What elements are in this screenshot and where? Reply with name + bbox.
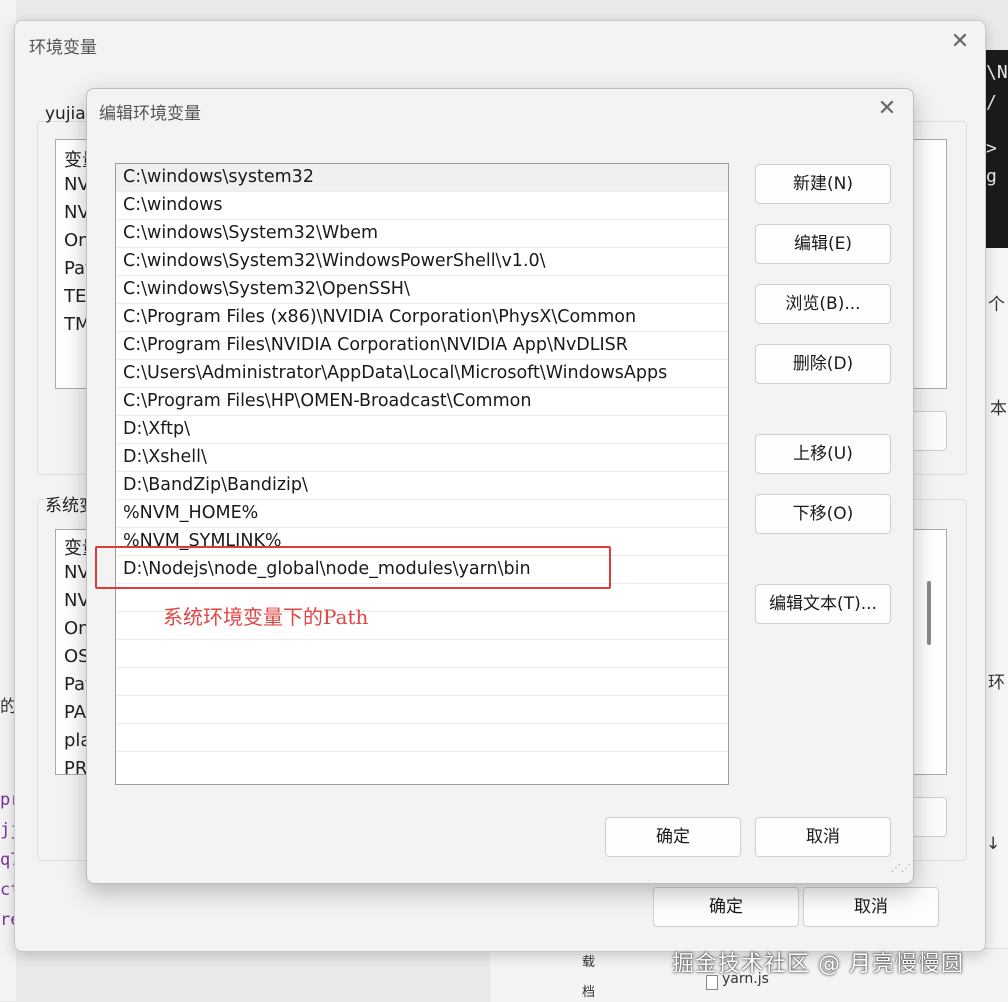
background-text-fragment: 环 — [988, 673, 1005, 693]
ok-button[interactable]: 确定 — [605, 817, 741, 857]
terminal-line: g — [986, 166, 997, 187]
delete-button[interactable]: 删除(D) — [755, 344, 891, 384]
annotation-text: 系统环境变量下的Path — [163, 605, 369, 629]
path-item[interactable]: C:\Program Files (x86)\NVIDIA Corporatio… — [116, 304, 728, 332]
empty-row[interactable] — [116, 668, 728, 696]
move-up-button[interactable]: 上移(U) — [755, 434, 891, 474]
pin-label: 载 — [582, 955, 596, 970]
scrollbar-thumb[interactable] — [927, 581, 931, 645]
pin-label: 档 — [582, 985, 596, 1000]
user-variables-label: yujia — [45, 104, 86, 124]
path-list[interactable]: C:\windows\system32 C:\windows C:\window… — [115, 163, 729, 785]
cancel-button[interactable]: 取消 — [803, 887, 939, 927]
list-item[interactable]: PA — [64, 702, 86, 723]
path-item[interactable]: C:\Program Files\NVIDIA Corporation\NVID… — [116, 332, 728, 360]
edit-environment-variable-dialog: 编辑环境变量 ✕ C:\windows\system32 C:\windows … — [86, 88, 914, 884]
path-item[interactable]: D:\Xftp\ — [116, 416, 728, 444]
dialog-title: 环境变量 — [29, 38, 97, 58]
dialog-title: 编辑环境变量 — [99, 104, 201, 124]
path-item[interactable]: D:\Xshell\ — [116, 444, 728, 472]
terminal-line: \N — [986, 62, 1008, 83]
empty-row[interactable] — [116, 640, 728, 668]
path-item[interactable]: C:\Users\Administrator\AppData\Local\Mic… — [116, 360, 728, 388]
browse-button[interactable]: 浏览(B)... — [755, 284, 891, 324]
path-item[interactable]: C:\windows\System32\OpenSSH\ — [116, 276, 728, 304]
ok-button[interactable]: 确定 — [653, 887, 799, 927]
background-text-fragment: ↓ — [986, 834, 1001, 854]
path-item[interactable]: %NVM_HOME% — [116, 500, 728, 528]
path-item[interactable]: C:\Program Files\HP\OMEN-Broadcast\Commo… — [116, 388, 728, 416]
empty-row[interactable] — [116, 752, 728, 784]
path-item[interactable]: C:\windows\System32\WindowsPowerShell\v1… — [116, 248, 728, 276]
new-button[interactable]: 新建(N) — [755, 164, 891, 204]
terminal-line: > — [986, 138, 997, 159]
close-icon[interactable]: ✕ — [875, 97, 899, 121]
edit-button[interactable]: 编辑(E) — [755, 224, 891, 264]
resize-grip-icon[interactable]: ⋰⋰ — [891, 864, 911, 879]
path-item[interactable]: D:\BandZip\Bandizip\ — [116, 472, 728, 500]
background-text-fragment: 本 — [990, 399, 1007, 419]
empty-row[interactable] — [116, 724, 728, 752]
background-window-right: 个 本 环 ↓ — [984, 248, 1008, 1001]
empty-row[interactable] — [116, 696, 728, 724]
highlight-annotation-box — [95, 546, 611, 589]
list-item[interactable]: PR — [64, 758, 87, 774]
path-item[interactable]: C:\windows\system32 — [116, 164, 728, 192]
path-item[interactable]: C:\windows — [116, 192, 728, 220]
watermark: 掘金技术社区 @ 月亮慢慢圆 — [672, 952, 964, 977]
path-item[interactable]: C:\windows\System32\Wbem — [116, 220, 728, 248]
background-text-fragment: 个 — [988, 295, 1005, 315]
edit-text-button[interactable]: 编辑文本(T)... — [755, 584, 891, 624]
background-terminal: \N / > g — [984, 50, 1008, 248]
cancel-button[interactable]: 取消 — [755, 817, 891, 857]
move-down-button[interactable]: 下移(O) — [755, 494, 891, 534]
close-icon[interactable]: ✕ — [949, 31, 971, 53]
terminal-line: / — [986, 92, 997, 113]
